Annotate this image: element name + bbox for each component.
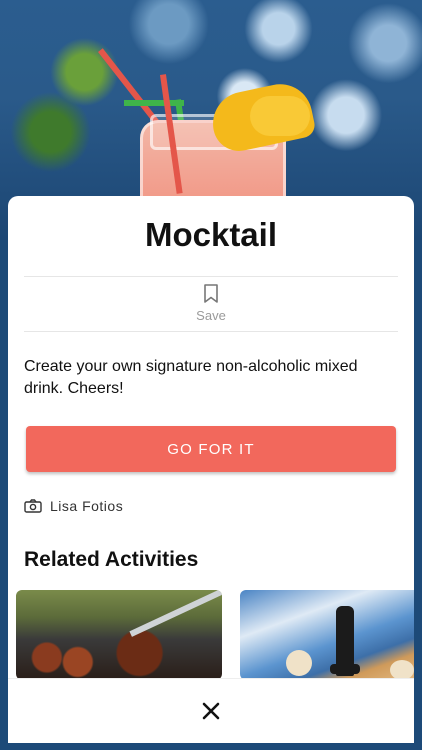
close-icon[interactable]	[199, 699, 223, 723]
grill-tongs	[129, 590, 222, 637]
lemon-slice-highlight	[250, 96, 310, 136]
photo-credit[interactable]: Lisa Fotios	[24, 498, 123, 514]
chess-pawn	[286, 650, 312, 676]
divider-top	[24, 276, 398, 277]
bottom-bar	[8, 678, 414, 743]
activity-card: Mocktail Save Create your own signature …	[8, 196, 414, 678]
activity-description: Create your own signature non-alcoholic …	[24, 358, 358, 397]
save-button[interactable]: Save	[176, 284, 246, 323]
go-for-it-button[interactable]: GO FOR IT	[26, 426, 396, 472]
related-activity-card[interactable]	[16, 590, 222, 678]
chess-king	[330, 606, 360, 676]
chess-pawn	[390, 660, 414, 678]
save-label: Save	[196, 308, 226, 323]
divider-bottom	[24, 331, 398, 332]
related-activity-card[interactable]	[240, 590, 414, 678]
activity-title: Mocktail	[144, 216, 278, 253]
camera-icon	[24, 499, 42, 513]
bookmark-icon	[204, 284, 218, 303]
photo-credit-name: Lisa Fotios	[50, 498, 124, 514]
related-activities-heading: Related Activities	[24, 548, 199, 571]
